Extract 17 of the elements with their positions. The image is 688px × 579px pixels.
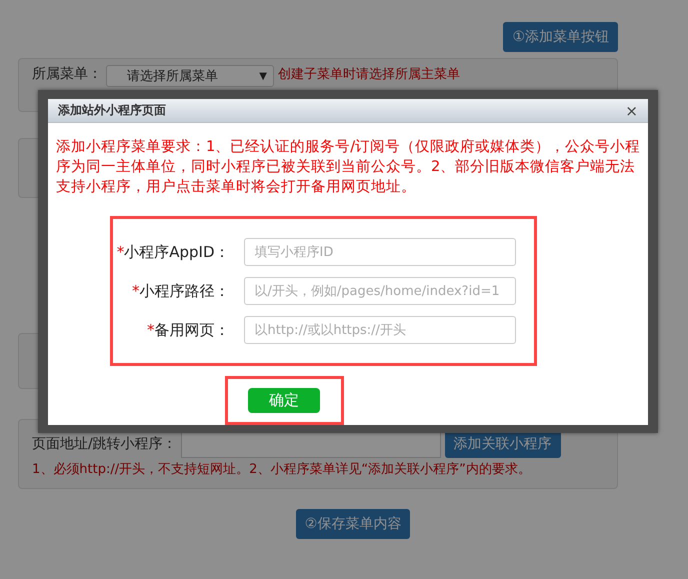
confirm-button[interactable]: 确定 [248,388,320,413]
text-input[interactable]: 填写小程序ID [244,238,516,266]
requirements-notice: 添加小程序菜单要求：1、已经认证的服务号/订阅号（仅限政府或媒体类），公众号小程序为同一主体单位，同时小程序已被关联到当前公众号。2、部分旧版本微信客户端无法支持小程序，用户点击菜单时将会打开备用网页地址。 [56,138,642,197]
parent-menu-label: 所属菜单： [32,65,102,83]
close-button[interactable]: × [623,102,640,120]
page-address-note: 1、必须http://开头，不支持短网址。2、小程序菜单详见“添加关联小程序”内的要求。 [32,461,531,478]
field-label: *小程序路径： [131,282,230,300]
page-address-label: 页面地址/跳转小程序： [32,435,177,453]
parent-menu-select[interactable]: 请选择所属菜单 ▼ [106,65,274,87]
save-menu-button[interactable]: ②保存菜单内容 [296,509,410,539]
parent-menu-hint: 创建子菜单时请选择所属主菜单 [278,66,460,83]
field-label: *备用网页： [146,320,230,340]
dialog-title: 添加站外小程序页面 [58,102,166,119]
text-input[interactable]: 以/开头，例如/pages/home/index?id=1 [244,277,516,305]
field-label: *小程序AppID： [116,242,230,262]
add-menu-button[interactable]: ①添加菜单按钮 [503,22,618,52]
text-input[interactable]: 以http://或以https://开头 [244,316,516,344]
